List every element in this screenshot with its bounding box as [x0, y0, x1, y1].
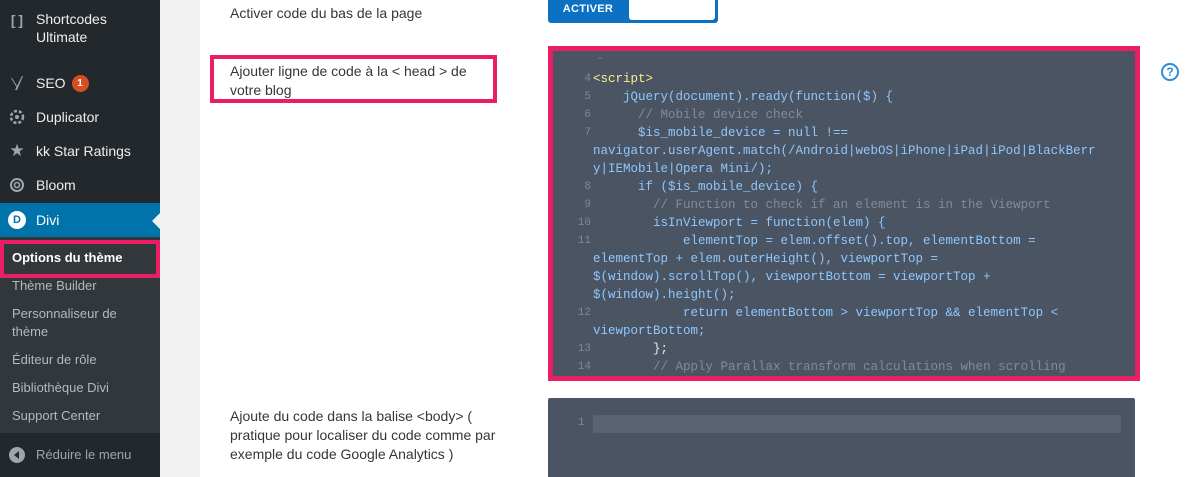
sidebar-item-kk-star-ratings[interactable]: ★ kk Star Ratings	[0, 141, 160, 161]
sidebar-item-label: Duplicator	[36, 109, 100, 125]
sidebar-item-label: SEO	[36, 75, 66, 91]
collapse-label: Réduire le menu	[36, 447, 132, 462]
code-line: // Mobile device check	[593, 108, 804, 122]
code-line: // Function to check if an element is in…	[593, 198, 1051, 212]
line-number: 4	[584, 73, 591, 85]
code-line: jQuery(document).ready(function($) {	[593, 90, 894, 104]
sidebar-item-label: kk Star Ratings	[36, 143, 131, 159]
code-line: viewportBottom;	[593, 324, 706, 338]
submenu-item-theme-customizer[interactable]: Personnaliseur de thème	[12, 305, 152, 341]
collapse-arrow-icon	[8, 446, 26, 464]
line-number: 12	[577, 307, 591, 319]
line-number: 6	[584, 109, 591, 121]
sidebar-item-shortcodes-ultimate[interactable]: [ ] Shortcodes Ultimate	[0, 10, 160, 50]
code-line: isInViewport = function(elem) {	[593, 216, 886, 230]
toggle-knob	[629, 0, 715, 20]
code-line: elementTop = elem.offset().top, elementB…	[593, 234, 1036, 248]
submenu-item-support-center[interactable]: Support Center	[12, 407, 152, 425]
sidebar-item-seo[interactable]: SEO 1	[0, 73, 160, 93]
body-code-editor[interactable]: 1	[548, 398, 1135, 477]
current-menu-arrow	[152, 213, 160, 229]
collapse-menu-button[interactable]: Réduire le menu	[0, 444, 160, 466]
notification-badge: 1	[71, 74, 89, 92]
fold-marker: -	[597, 53, 604, 65]
footer-code-toggle[interactable]: ACTIVER	[548, 0, 718, 23]
line-number: 5	[584, 91, 591, 103]
help-icon[interactable]: ?	[1161, 63, 1179, 81]
sidebar-item-label: Divi	[36, 212, 60, 228]
sidebar-item-label: Shortcodes Ultimate	[36, 11, 107, 45]
code-line: $is_mobile_device = null !==	[593, 126, 849, 140]
sidebar-item-divi[interactable]: D Divi	[0, 203, 160, 237]
code-line: y|IEMobile|Opera Mini/);	[593, 162, 774, 176]
duplicator-icon	[8, 108, 26, 126]
admin-sidebar: [ ] Shortcodes Ultimate SEO 1 Duplicator…	[0, 0, 160, 477]
sidebar-item-label: Bloom	[36, 177, 76, 193]
code-line: elementTop + elem.outerHeight(), viewpor…	[593, 252, 939, 266]
footer-code-label: Activer code du bas de la page	[230, 5, 423, 21]
code-line: };	[593, 342, 669, 356]
star-icon: ★	[9, 141, 25, 160]
code-line: $(window).scrollTop(), viewportBottom = …	[593, 270, 991, 284]
active-code-line[interactable]	[593, 415, 1121, 433]
bloom-icon	[8, 176, 26, 194]
submenu-item-divi-library[interactable]: Bibliothèque Divi	[12, 379, 152, 397]
line-number: 9	[584, 199, 591, 211]
head-code-editor[interactable]: - 4 <script> 5 jQuery(document).ready(fu…	[553, 51, 1135, 376]
line-number: 10	[577, 217, 591, 229]
line-number: 7	[584, 127, 591, 139]
head-code-label: Ajouter ligne de code à la < head > de v…	[230, 63, 467, 98]
code-line: // Apply Parallax transform calculations…	[593, 360, 1066, 374]
submenu-item-theme-options[interactable]: Options du thème	[0, 240, 160, 278]
submenu-item-theme-builder[interactable]: Thème Builder	[12, 277, 152, 295]
sidebar-item-bloom[interactable]: Bloom	[0, 175, 160, 195]
line-number: 8	[584, 181, 591, 193]
code-line: $(window).height();	[593, 288, 736, 302]
code-line: <script>	[593, 72, 654, 86]
code-line: if ($is_mobile_device) {	[593, 180, 819, 194]
submenu-item-role-editor[interactable]: Éditeur de rôle	[12, 351, 152, 369]
code-line: return elementBottom > viewportTop && el…	[593, 306, 1059, 320]
yoast-icon	[8, 74, 26, 92]
toggle-label: ACTIVER	[562, 3, 614, 15]
code-line: navigator.userAgent.match(/Android|webOS…	[593, 144, 1096, 158]
divi-icon: D	[8, 211, 26, 229]
line-number: 13	[577, 343, 591, 355]
line-number: 11	[577, 235, 591, 247]
line-number: 1	[578, 417, 585, 429]
sidebar-item-duplicator[interactable]: Duplicator	[0, 107, 160, 127]
body-code-label: Ajoute du code dans la balise <body> ( p…	[230, 408, 496, 462]
submenu-item-label: Options du thème	[12, 250, 123, 265]
brackets-icon: [ ]	[10, 12, 24, 28]
line-number: 14	[577, 361, 591, 373]
